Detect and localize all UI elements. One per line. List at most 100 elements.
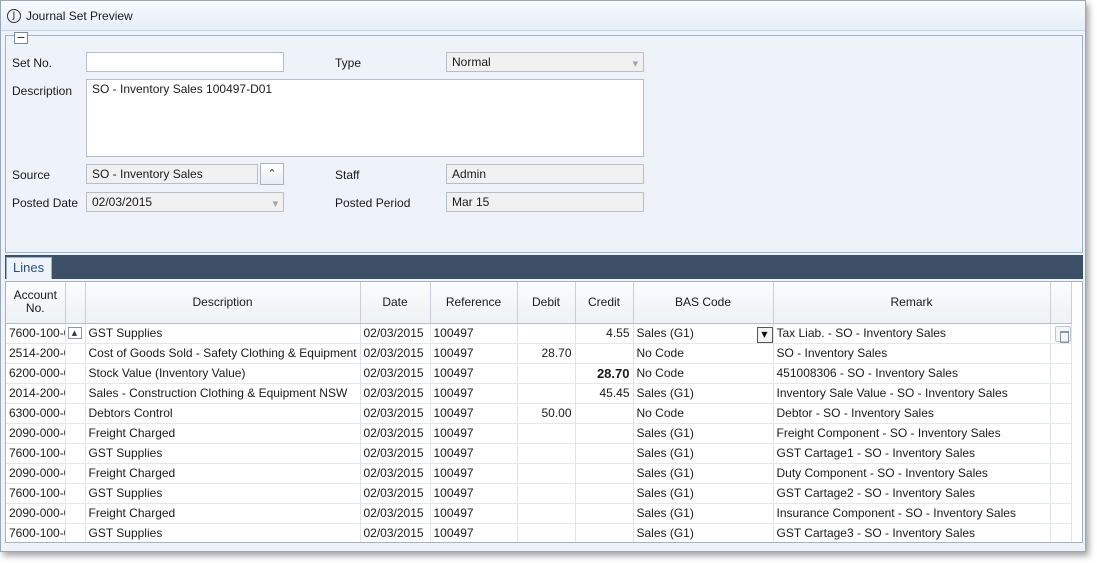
tab-lines[interactable]: Lines [6,257,52,279]
type-select[interactable]: Normal ▼ [446,52,644,72]
table-row[interactable]: 2514-200-0 Cost of Goods Sold - Safety Cl… [6,343,1072,364]
cell-description[interactable]: GST Supplies [85,523,361,542]
cell-account[interactable]: 7600-100-0 [6,443,66,464]
cell-debit[interactable] [517,523,576,542]
cell-account[interactable]: 2090-000-0 [6,423,66,444]
cell-reference[interactable]: 100497 [430,343,518,364]
table-row[interactable]: 7600-100-0 GST Supplies 02/03/2015 100497 Sa… [6,443,1072,464]
cell-date[interactable]: 02/03/2015 [360,343,431,364]
posted-date-select[interactable]: 02/03/2015 ▼ [86,192,284,212]
cell-date[interactable]: 02/03/2015 [360,483,431,504]
cell-description[interactable]: Sales - Construction Clothing & Equipmen… [85,383,361,404]
cell-remark[interactable]: GST Cartage2 - SO - Inventory Sales [773,483,1051,504]
cell-bas-code[interactable]: No Code [633,403,774,424]
cell-debit[interactable] [517,443,576,464]
cell-reference[interactable]: 100497 [430,323,518,344]
cell-credit[interactable]: 28.70 [575,363,634,384]
cell-account[interactable]: 6300-000-0 [6,403,66,424]
cell-debit[interactable] [517,363,576,384]
cell-account[interactable]: 7600-100-0 [6,323,66,344]
cell-date[interactable]: 02/03/2015 [360,503,431,524]
cell-description[interactable]: Freight Charged [85,463,361,484]
cell-credit[interactable]: 4.55 [575,323,634,344]
cell-remark[interactable]: 451008306 - SO - Inventory Sales [773,363,1051,384]
cell-bas-code[interactable]: Sales (G1) [633,483,774,504]
expand-row-icon[interactable]: ▲ [67,327,82,339]
cell-bas-code[interactable]: Sales (G1) ▼ [633,323,774,344]
cell-remark[interactable]: GST Cartage3 - SO - Inventory Sales [773,523,1051,542]
cell-remark[interactable]: GST Cartage1 - SO - Inventory Sales [773,443,1051,464]
cell-account[interactable]: 2014-200-0 [6,383,66,404]
cell-bas-code[interactable]: Sales (G1) [633,383,774,404]
cell-description[interactable]: GST Supplies [85,323,361,344]
cell-debit[interactable] [517,323,576,344]
cell-description[interactable]: Cost of Goods Sold - Safety Clothing & E… [85,343,361,364]
cell-date[interactable]: 02/03/2015 [360,523,431,542]
cell-reference[interactable]: 100497 [430,503,518,524]
table-row[interactable]: 6200-000-0 Stock Value (Inventory Value) 0… [6,363,1072,384]
cell-remark[interactable]: Duty Component - SO - Inventory Sales [773,463,1051,484]
cell-bas-code[interactable]: Sales (G1) [633,423,774,444]
table-row[interactable]: 2090-000-0 Freight Charged 02/03/2015 10049… [6,463,1072,484]
source-lookup-button[interactable]: ⌃ [260,163,284,185]
column-header-description[interactable]: Description [85,282,361,324]
cell-account[interactable]: 2090-000-0 [6,463,66,484]
cell-reference[interactable]: 100497 [430,483,518,504]
source-field[interactable]: SO - Inventory Sales [86,164,258,184]
cell-reference[interactable]: 100497 [430,363,518,384]
set-no-field[interactable] [86,52,284,72]
cell-reference[interactable]: 100497 [430,383,518,404]
cell-account[interactable]: 7600-100-0 [6,483,66,504]
description-field[interactable]: SO - Inventory Sales 100497-D01 [86,79,644,157]
cell-account[interactable]: 7600-100-0 [6,523,66,542]
cell-bas-code[interactable]: Sales (G1) [633,463,774,484]
cell-debit[interactable] [517,383,576,404]
cell-credit[interactable] [575,523,634,542]
cell-account[interactable]: 2514-200-0 [6,343,66,364]
cell-description[interactable]: Stock Value (Inventory Value) [85,363,361,384]
cell-reference[interactable]: 100497 [430,403,518,424]
cell-credit[interactable]: 45.45 [575,383,634,404]
column-header-debit[interactable]: Debit [517,282,576,324]
column-header-reference[interactable]: Reference [430,282,518,324]
cell-reference[interactable]: 100497 [430,523,518,542]
cell-bas-code[interactable]: Sales (G1) [633,503,774,524]
cell-description[interactable]: GST Supplies [85,443,361,464]
cell-debit[interactable]: 50.00 [517,403,576,424]
column-header-date[interactable]: Date [360,282,431,324]
cell-account[interactable]: 6200-000-0 [6,363,66,384]
column-header-bas-code[interactable]: BAS Code [633,282,774,324]
cell-credit[interactable] [575,343,634,364]
table-row[interactable]: 7600-100-0 GST Supplies 02/03/2015 100497 Sa… [6,483,1072,504]
cell-bas-code[interactable]: No Code [633,363,774,384]
cell-debit[interactable] [517,463,576,484]
cell-debit[interactable] [517,483,576,504]
cell-reference[interactable]: 100497 [430,463,518,484]
cell-description[interactable]: Freight Charged [85,503,361,524]
cell-credit[interactable] [575,443,634,464]
cell-remark[interactable]: SO - Inventory Sales [773,343,1051,364]
table-row[interactable]: 2090-000-0 Freight Charged 02/03/2015 10049… [6,423,1072,444]
cell-debit[interactable] [517,503,576,524]
column-header-credit[interactable]: Credit [575,282,634,324]
column-header-remark[interactable]: Remark [773,282,1051,324]
cell-debit[interactable] [517,423,576,444]
cell-date[interactable]: 02/03/2015 [360,383,431,404]
column-header-account[interactable]: Account No. [6,282,66,324]
cell-description[interactable]: Freight Charged [85,423,361,444]
cell-credit[interactable] [575,483,634,504]
cell-credit[interactable] [575,503,634,524]
table-row[interactable]: 2090-000-0 Freight Charged 02/03/2015 10049… [6,503,1072,524]
cell-bas-code[interactable]: No Code [633,343,774,364]
cell-remark[interactable]: Freight Component - SO - Inventory Sales [773,423,1051,444]
cell-bas-code[interactable]: Sales (G1) [633,523,774,542]
table-row[interactable]: 7600-100-0 GST Supplies 02/03/2015 100497 Sa… [6,523,1072,542]
cell-remark[interactable]: Tax Liab. - SO - Inventory Sales [773,323,1051,344]
cell-reference[interactable]: 100497 [430,443,518,464]
cell-description[interactable]: Debtors Control [85,403,361,424]
posted-period-field[interactable]: Mar 15 [446,192,644,212]
bas-dropdown-icon[interactable]: ▼ [756,327,772,342]
cell-reference[interactable]: 100497 [430,423,518,444]
cell-date[interactable]: 02/03/2015 [360,423,431,444]
collapse-icon[interactable]: − [14,32,28,44]
